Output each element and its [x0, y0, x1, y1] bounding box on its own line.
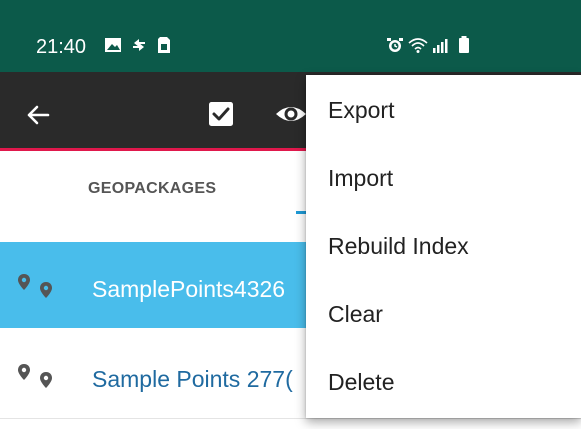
- checkbox-icon[interactable]: [206, 99, 236, 129]
- status-bar: 21:40: [0, 0, 581, 72]
- menu-item-export[interactable]: Export: [306, 75, 581, 143]
- sync-icon: [133, 39, 145, 51]
- menu-item-import[interactable]: Import: [306, 143, 581, 211]
- list-item-label: Sample Points 277(: [92, 366, 293, 392]
- tab-indicator: [296, 211, 306, 214]
- menu-item-label: Import: [328, 165, 394, 191]
- menu-item-label: Rebuild Index: [328, 233, 469, 259]
- sim-icon: [158, 37, 170, 53]
- menu-item-delete[interactable]: Delete: [306, 347, 581, 415]
- battery-icon: [459, 36, 469, 53]
- alarm-icon: [387, 38, 403, 52]
- map-pins-icon: [18, 364, 52, 388]
- eye-icon[interactable]: [274, 98, 308, 130]
- menu-item-rebuild-index[interactable]: Rebuild Index: [306, 211, 581, 279]
- list-divider: [0, 418, 581, 419]
- menu-item-clear[interactable]: Clear: [306, 279, 581, 347]
- menu-item-label: Delete: [328, 369, 395, 395]
- signal-icon: [433, 39, 448, 53]
- image-icon: [105, 38, 121, 52]
- back-arrow-icon[interactable]: [24, 101, 52, 129]
- menu-item-label: Clear: [328, 301, 383, 327]
- map-pins-icon: [18, 274, 52, 298]
- overflow-menu: Export Import Rebuild Index Clear Delete: [306, 75, 581, 418]
- menu-item-label: Export: [328, 97, 395, 123]
- list-item-label: SamplePoints4326: [92, 276, 286, 302]
- status-time: 21:40: [36, 36, 87, 58]
- wifi-icon: [408, 38, 428, 53]
- tab-geopackages[interactable]: GEOPACKAGES: [88, 180, 216, 198]
